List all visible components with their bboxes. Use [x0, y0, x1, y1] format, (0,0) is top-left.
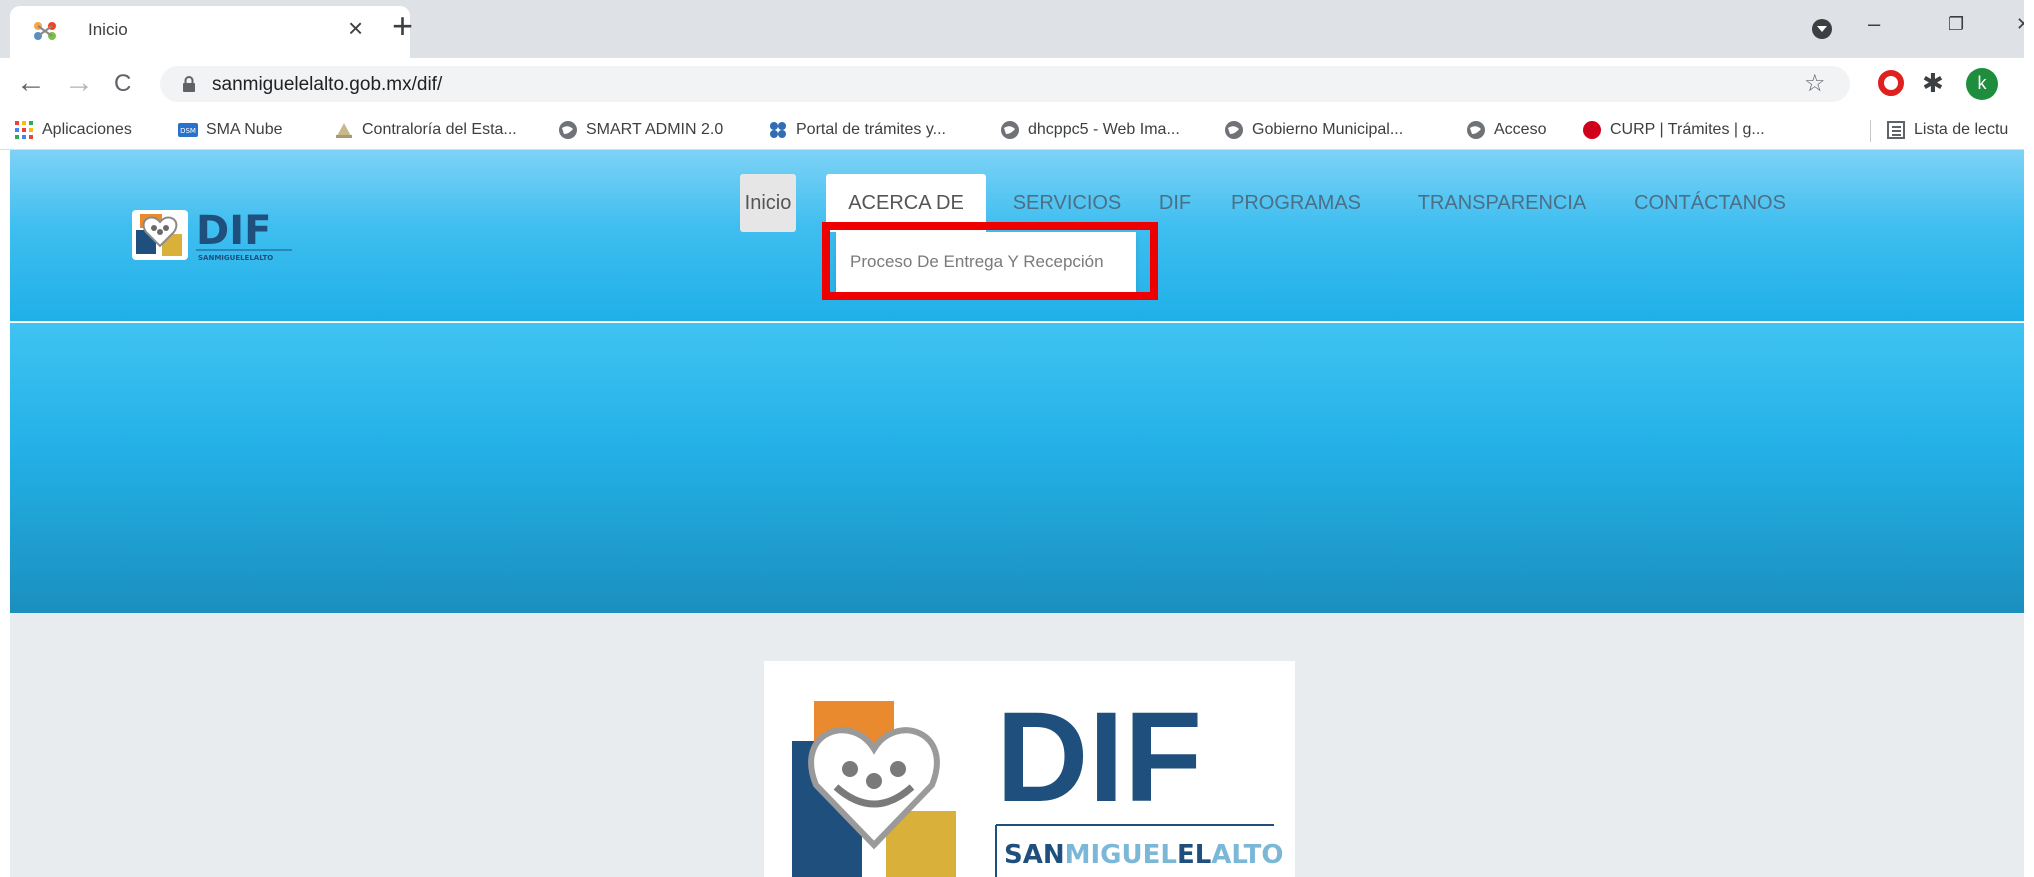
portal-icon [770, 122, 786, 138]
joomla-favicon-icon [34, 22, 56, 40]
reload-icon[interactable]: C [114, 67, 131, 101]
dif-logo-graphic: DIF SANMIGUELELALTO [792, 686, 1284, 877]
bookmark-label: dhcppc5 - Web Ima... [1028, 121, 1180, 138]
svg-text:DIF: DIF [196, 208, 271, 254]
dif-header-logo[interactable]: DIF SANMIGUELELALTO [132, 204, 300, 264]
red-dot-icon [1583, 121, 1601, 139]
nav-inicio[interactable]: Inicio [740, 174, 796, 232]
globe-icon [559, 121, 577, 139]
browser-toolbar: ← → C sanmiguelelalto.gob.mx/dif/ ☆ ✱ k [0, 58, 2034, 110]
contraloria-icon [336, 123, 352, 138]
bookmark-contraloria[interactable]: Contraloría del Esta... [334, 120, 517, 142]
bookmark-aplicaciones[interactable]: Aplicaciones [14, 120, 132, 142]
bookmark-smart-admin[interactable]: SMART ADMIN 2.0 [558, 120, 723, 142]
annotation-highlight-box [822, 222, 1158, 300]
globe-icon [1467, 121, 1485, 139]
reading-list-icon [1887, 121, 1905, 139]
bookmark-label: CURP | Trámites | g... [1610, 121, 1765, 138]
tab-search-icon[interactable] [1812, 19, 1832, 39]
profile-avatar[interactable]: k [1966, 68, 1998, 100]
bookmark-sma-nube[interactable]: DSM SMA Nube [178, 120, 282, 142]
right-edge [2024, 0, 2034, 877]
bookmark-label: Aplicaciones [42, 121, 132, 138]
svg-text:SANMIGUELELALTO: SANMIGUELELALTO [1004, 840, 1284, 870]
bookmark-label: SMART ADMIN 2.0 [586, 121, 724, 138]
svg-text:DSM: DSM [180, 127, 196, 135]
minimize-button[interactable]: – [1868, 12, 1880, 36]
bookmark-portal-tramites[interactable]: Portal de trámites y... [768, 120, 946, 142]
bookmark-label: Contraloría del Esta... [362, 121, 517, 138]
address-bar[interactable]: sanmiguelelalto.gob.mx/dif/ ☆ [160, 66, 1850, 102]
hero-banner [10, 323, 2034, 613]
back-icon[interactable]: ← [16, 66, 46, 100]
dif-main-logo: DIF SANMIGUELELALTO [764, 661, 1295, 877]
browser-tab[interactable]: Inicio × [10, 6, 410, 58]
bookmark-label: Portal de trámites y... [796, 121, 946, 138]
bookmark-acceso[interactable]: Acceso [1466, 120, 1546, 142]
content-area: DIF SANMIGUELELALTO [10, 613, 2034, 877]
dsm-icon: DSM [178, 123, 198, 137]
tab-title: Inicio [88, 20, 128, 39]
apps-grid-icon [15, 121, 33, 139]
tab-close-icon[interactable]: × [348, 15, 363, 41]
nav-transparencia[interactable]: TRANSPARENCIA [1402, 174, 1602, 232]
bookmarks-separator [1870, 120, 1871, 142]
new-tab-button[interactable]: + [392, 8, 413, 44]
svg-text:DIF: DIF [996, 686, 1202, 829]
tab-strip: Inicio × + – ❐ ✕ [0, 0, 2034, 58]
bookmark-star-icon[interactable]: ☆ [1804, 69, 1826, 98]
bookmark-gobierno-municipal[interactable]: Gobierno Municipal... [1224, 120, 1403, 142]
bookmark-label: Acceso [1494, 121, 1547, 138]
bookmarks-bar: Aplicaciones DSM SMA Nube Contraloría del… [0, 110, 2034, 150]
bookmark-dhcppc5[interactable]: dhcppc5 - Web Ima... [1000, 120, 1180, 142]
bookmark-curp[interactable]: CURP | Trámites | g... [1582, 120, 1765, 142]
nav-programas[interactable]: PROGRAMAS [1218, 174, 1374, 232]
globe-icon [1225, 121, 1243, 139]
svg-text:SANMIGUELELALTO: SANMIGUELELALTO [198, 254, 273, 262]
url-text[interactable]: sanmiguelelalto.gob.mx/dif/ [212, 74, 442, 96]
bookmark-label: SMA Nube [206, 121, 283, 138]
extensions-puzzle-icon[interactable]: ✱ [1922, 68, 1944, 98]
opera-extension-icon[interactable] [1878, 70, 1904, 96]
lock-icon [183, 76, 195, 92]
globe-icon [1001, 121, 1019, 139]
forward-icon[interactable]: → [64, 66, 94, 100]
reading-list-label: Lista de lectu [1914, 121, 2009, 138]
maximize-button[interactable]: ❐ [1948, 12, 1964, 36]
reading-list-button[interactable]: Lista de lectu [1886, 120, 2008, 142]
nav-contactanos[interactable]: CONTÁCTANOS [1620, 174, 1800, 232]
bookmark-label: Gobierno Municipal... [1252, 121, 1404, 138]
